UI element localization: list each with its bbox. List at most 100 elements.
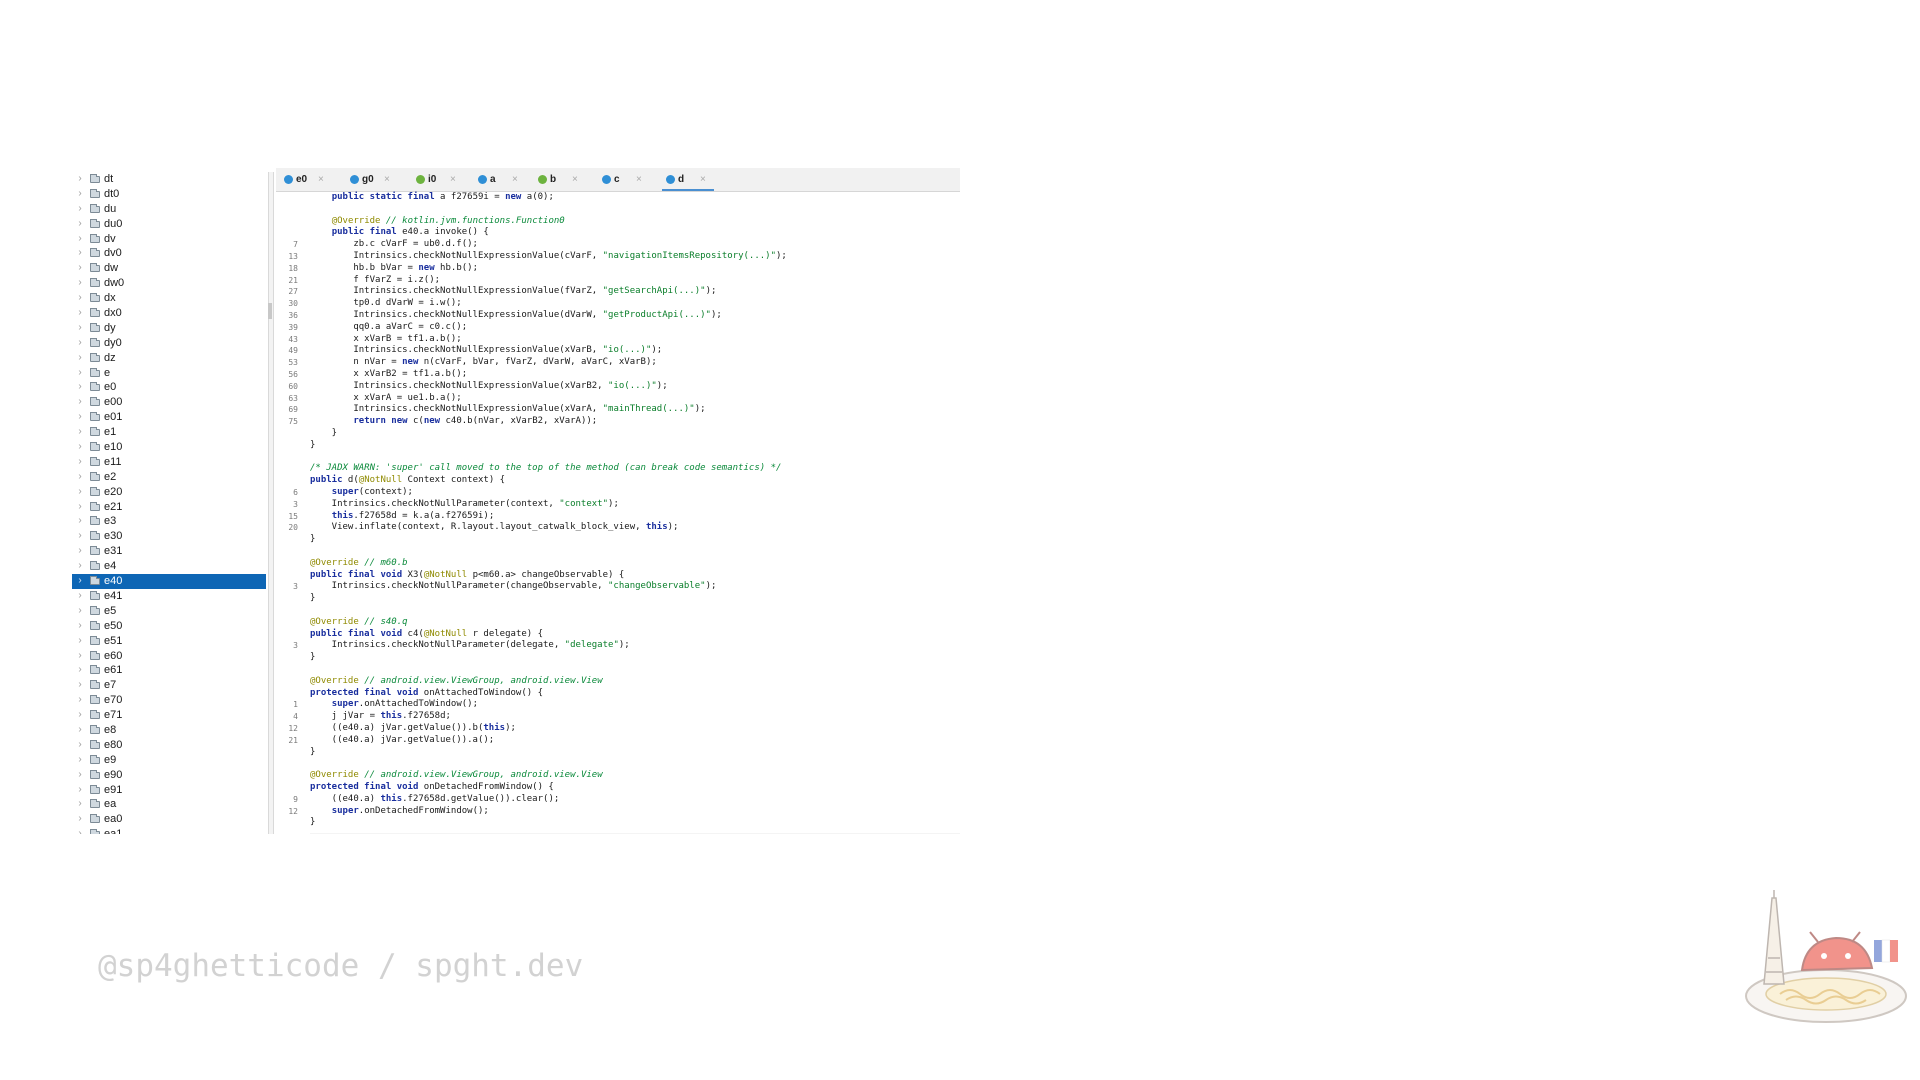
chevron-right-icon[interactable]: › xyxy=(76,321,84,336)
tree-item-e70[interactable]: › e70 xyxy=(72,693,266,708)
chevron-right-icon[interactable]: › xyxy=(76,306,84,321)
tree-item-e41[interactable]: › e41 xyxy=(72,589,266,604)
chevron-right-icon[interactable]: › xyxy=(76,246,84,261)
tree-item-e20[interactable]: › e20 xyxy=(72,485,266,500)
tree-item-e01[interactable]: › e01 xyxy=(72,410,266,425)
tree-item-e51[interactable]: › e51 xyxy=(72,634,266,649)
chevron-right-icon[interactable]: › xyxy=(76,753,84,768)
chevron-right-icon[interactable]: › xyxy=(76,827,84,834)
tree-item-dy[interactable]: › dy xyxy=(72,321,266,336)
chevron-right-icon[interactable]: › xyxy=(76,440,84,455)
tree-item-e5[interactable]: › e5 xyxy=(72,604,266,619)
tab-e0[interactable]: e0 × xyxy=(280,168,332,191)
close-icon[interactable]: × xyxy=(512,168,518,191)
chevron-right-icon[interactable]: › xyxy=(76,485,84,500)
chevron-right-icon[interactable]: › xyxy=(76,187,84,202)
chevron-right-icon[interactable]: › xyxy=(76,366,84,381)
chevron-right-icon[interactable]: › xyxy=(76,276,84,291)
chevron-right-icon[interactable]: › xyxy=(76,693,84,708)
chevron-right-icon[interactable]: › xyxy=(76,768,84,783)
chevron-right-icon[interactable]: › xyxy=(76,410,84,425)
tree-item-dx[interactable]: › dx xyxy=(72,291,266,306)
chevron-right-icon[interactable]: › xyxy=(76,455,84,470)
tab-i0[interactable]: i0 × xyxy=(412,168,464,191)
tree-item-ea[interactable]: › ea xyxy=(72,797,266,812)
tree-item-dy0[interactable]: › dy0 xyxy=(72,336,266,351)
tree-item-ea1[interactable]: › ea1 xyxy=(72,827,266,834)
chevron-right-icon[interactable]: › xyxy=(76,291,84,306)
chevron-right-icon[interactable]: › xyxy=(76,604,84,619)
chevron-right-icon[interactable]: › xyxy=(76,634,84,649)
tree-item-e2[interactable]: › e2 xyxy=(72,470,266,485)
tree-item-dv[interactable]: › dv xyxy=(72,232,266,247)
chevron-right-icon[interactable]: › xyxy=(76,380,84,395)
chevron-right-icon[interactable]: › xyxy=(76,797,84,812)
splitter-handle[interactable] xyxy=(268,303,272,319)
chevron-right-icon[interactable]: › xyxy=(76,470,84,485)
chevron-right-icon[interactable]: › xyxy=(76,351,84,366)
chevron-right-icon[interactable]: › xyxy=(76,172,84,187)
tree-item-e31[interactable]: › e31 xyxy=(72,544,266,559)
chevron-right-icon[interactable]: › xyxy=(76,500,84,515)
tree-item-e90[interactable]: › e90 xyxy=(72,768,266,783)
chevron-right-icon[interactable]: › xyxy=(76,663,84,678)
close-icon[interactable]: × xyxy=(450,168,456,191)
chevron-right-icon[interactable]: › xyxy=(76,649,84,664)
chevron-right-icon[interactable]: › xyxy=(76,336,84,351)
chevron-right-icon[interactable]: › xyxy=(76,261,84,276)
chevron-right-icon[interactable]: › xyxy=(76,738,84,753)
tree-item-e50[interactable]: › e50 xyxy=(72,619,266,634)
chevron-right-icon[interactable]: › xyxy=(76,559,84,574)
tree-item-dt0[interactable]: › dt0 xyxy=(72,187,266,202)
tab-d[interactable]: d × xyxy=(662,168,714,191)
tree-item-e9[interactable]: › e9 xyxy=(72,753,266,768)
chevron-right-icon[interactable]: › xyxy=(76,395,84,410)
tree-item-e91[interactable]: › e91 xyxy=(72,783,266,798)
tree-item-du0[interactable]: › du0 xyxy=(72,217,266,232)
tab-g0[interactable]: g0 × xyxy=(346,168,398,191)
chevron-right-icon[interactable]: › xyxy=(76,723,84,738)
tab-b[interactable]: b × xyxy=(534,168,586,191)
tree-item-e3[interactable]: › e3 xyxy=(72,514,266,529)
chevron-right-icon[interactable]: › xyxy=(76,589,84,604)
tree-item-e1[interactable]: › e1 xyxy=(72,425,266,440)
tree-item-dx0[interactable]: › dx0 xyxy=(72,306,266,321)
tab-c[interactable]: c × xyxy=(598,168,650,191)
tree-item-e00[interactable]: › e00 xyxy=(72,395,266,410)
tree-item-e4[interactable]: › e4 xyxy=(72,559,266,574)
close-icon[interactable]: × xyxy=(318,168,324,191)
tab-a[interactable]: a × xyxy=(474,168,526,191)
tree-item-e40[interactable]: › e40 xyxy=(72,574,266,589)
chevron-right-icon[interactable]: › xyxy=(76,812,84,827)
tree-item-dt[interactable]: › dt xyxy=(72,172,266,187)
chevron-right-icon[interactable]: › xyxy=(76,678,84,693)
tree-item-e0[interactable]: › e0 xyxy=(72,380,266,395)
tree-item-e8[interactable]: › e8 xyxy=(72,723,266,738)
chevron-right-icon[interactable]: › xyxy=(76,217,84,232)
tree-item-e71[interactable]: › e71 xyxy=(72,708,266,723)
chevron-right-icon[interactable]: › xyxy=(76,232,84,247)
chevron-right-icon[interactable]: › xyxy=(76,544,84,559)
chevron-right-icon[interactable]: › xyxy=(76,529,84,544)
tree-item-dz[interactable]: › dz xyxy=(72,351,266,366)
tree-item-e60[interactable]: › e60 xyxy=(72,649,266,664)
tree-item-e[interactable]: › e xyxy=(72,366,266,381)
tree-item-e30[interactable]: › e30 xyxy=(72,529,266,544)
chevron-right-icon[interactable]: › xyxy=(76,619,84,634)
tree-item-dw[interactable]: › dw xyxy=(72,261,266,276)
chevron-right-icon[interactable]: › xyxy=(76,574,84,589)
tree-item-du[interactable]: › du xyxy=(72,202,266,217)
tree-item-e10[interactable]: › e10 xyxy=(72,440,266,455)
tree-item-e7[interactable]: › e7 xyxy=(72,678,266,693)
tree-item-e21[interactable]: › e21 xyxy=(72,500,266,515)
close-icon[interactable]: × xyxy=(700,168,706,191)
chevron-right-icon[interactable]: › xyxy=(76,783,84,798)
tree-item-e80[interactable]: › e80 xyxy=(72,738,266,753)
tree-item-dw0[interactable]: › dw0 xyxy=(72,276,266,291)
close-icon[interactable]: × xyxy=(384,168,390,191)
tree-item-ea0[interactable]: › ea0 xyxy=(72,812,266,827)
tree-item-e61[interactable]: › e61 xyxy=(72,663,266,678)
code-area[interactable]: public static final a f27659i = new a(0)… xyxy=(310,192,960,834)
close-icon[interactable]: × xyxy=(572,168,578,191)
chevron-right-icon[interactable]: › xyxy=(76,425,84,440)
